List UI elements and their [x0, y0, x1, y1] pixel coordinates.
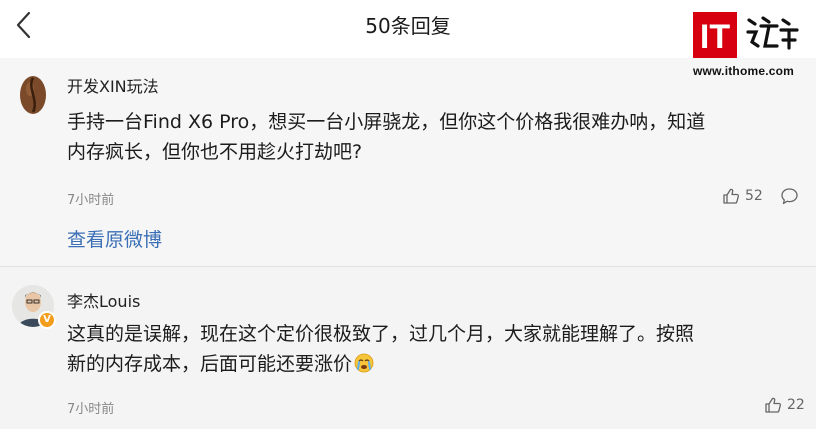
verified-badge: V	[38, 311, 56, 329]
back-button[interactable]	[10, 8, 40, 42]
comment-card: 开发XIN玩法 手持一台Find X6 Pro，想买一台小屏骁龙，但你这个价格我…	[0, 58, 816, 266]
like-count: 22	[787, 397, 805, 413]
comment-text-line: 这真的是误解，现在这个定价很极致了，过几个月，大家就能理解了。按照	[67, 323, 695, 345]
comment-text: 这真的是误解，现在这个定价很极致了，过几个月，大家就能理解了。按照 新的内存成本…	[67, 319, 807, 382]
svg-text:IT: IT	[700, 18, 730, 56]
username[interactable]: 开发XIN玩法	[67, 73, 159, 97]
like-count: 52	[745, 188, 763, 204]
thumbs-up-icon	[723, 188, 740, 204]
username[interactable]: 李杰Louis	[67, 288, 140, 312]
crying-emoji-icon	[354, 352, 374, 382]
comment-text-fragment: 新的内存成本，后面可能还要涨价	[67, 353, 353, 375]
comment-text-line: 手持一台Find X6 Pro，想买一台小屏骁龙，但你这个价格我很难办呐，知道	[67, 111, 706, 133]
thumbs-up-icon	[765, 397, 782, 413]
comment-text-line: 新的内存成本，后面可能还要涨价	[67, 349, 807, 382]
site-url: www.ithome.com	[693, 64, 795, 78]
view-original-weibo-link[interactable]: 查看原微博	[67, 225, 162, 252]
chevron-left-icon	[16, 11, 31, 39]
timestamp: 7小时前	[67, 193, 115, 208]
coffee-bean-avatar-icon	[20, 76, 46, 114]
avatar[interactable]	[18, 75, 48, 115]
page-title: 50条回复	[365, 14, 451, 38]
like-button[interactable]: 52	[722, 187, 763, 205]
like-button[interactable]: 22	[764, 396, 805, 414]
timestamp: 7小时前	[67, 402, 115, 417]
comment-text-line: 内存疯长，但你也不用趁火打劫吧?	[67, 141, 363, 163]
ithome-logo: IT	[693, 12, 805, 58]
comment-text: 手持一台Find X6 Pro，想买一台小屏骁龙，但你这个价格我很难办呐，知道 …	[67, 107, 807, 167]
comment-bubble-icon	[781, 188, 798, 205]
reply-button[interactable]	[780, 187, 799, 210]
comment-card: V 李杰Louis 这真的是误解，现在这个定价很极致了，过几个月，大家就能理解了…	[0, 266, 816, 429]
